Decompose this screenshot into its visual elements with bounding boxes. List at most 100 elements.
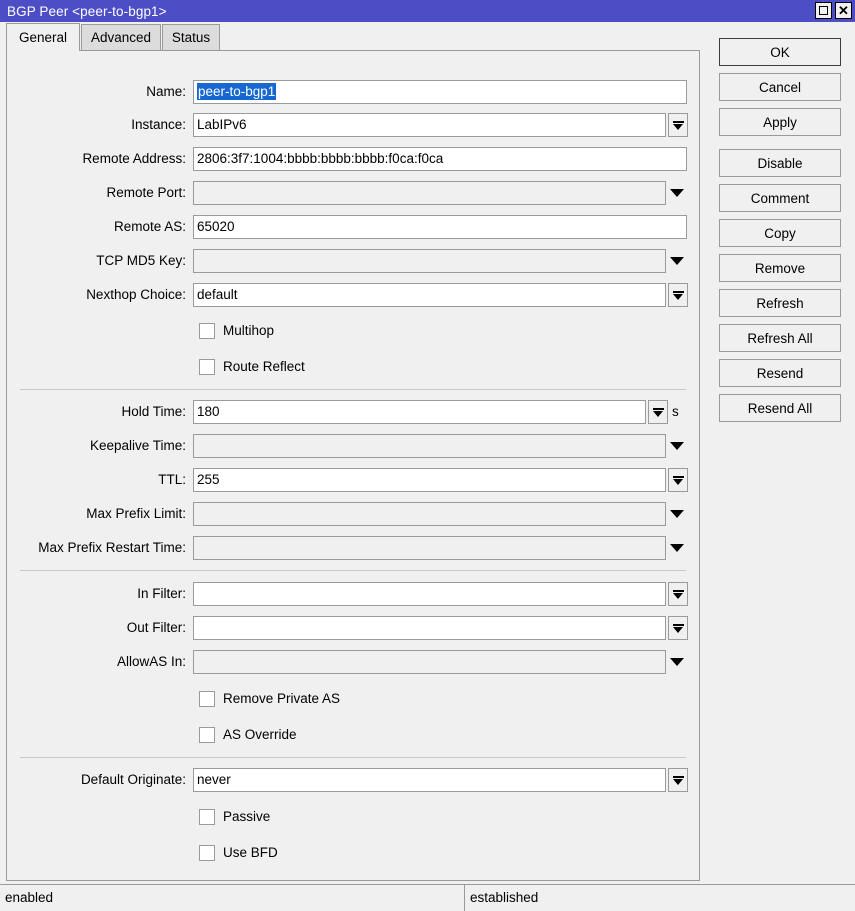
input-allowas-in — [193, 650, 666, 674]
field-row-out-filter: Out Filter: — [7, 616, 699, 640]
close-icon: ✕ — [838, 4, 849, 17]
ok-button[interactable]: OK — [719, 38, 841, 66]
refresh-button[interactable]: Refresh — [719, 289, 841, 317]
label-name: Name: — [7, 80, 186, 104]
chevron-down-icon-keepalive-time[interactable] — [670, 442, 684, 450]
dropdown-button-out-filter[interactable] — [668, 616, 688, 640]
checkbox-label-route-reflect: Route Reflect — [223, 357, 305, 377]
button-label: Refresh All — [747, 331, 812, 346]
copy-button[interactable]: Copy — [719, 219, 841, 247]
checkbox-row-as-override: AS Override — [7, 725, 699, 747]
button-label: Cancel — [759, 80, 801, 95]
checkbox-route-reflect[interactable] — [199, 359, 215, 375]
field-row-name: Name: peer-to-bgp1 — [7, 80, 699, 104]
checkbox-label-as-override: AS Override — [223, 725, 297, 745]
checkbox-row-passive: Passive — [7, 807, 699, 829]
apply-button[interactable]: Apply — [719, 108, 841, 136]
field-row-ttl: TTL:255 — [7, 468, 699, 492]
label-out-filter: Out Filter: — [7, 616, 186, 640]
cancel-button[interactable]: Cancel — [719, 73, 841, 101]
tab-status[interactable]: Status — [162, 24, 220, 50]
tab-advanced[interactable]: Advanced — [81, 24, 161, 50]
comment-button[interactable]: Comment — [719, 184, 841, 212]
dropdown-button-in-filter[interactable] — [668, 582, 688, 606]
input-in-filter[interactable] — [193, 582, 666, 606]
section-separator — [20, 389, 686, 390]
chevron-down-icon-allowas-in[interactable] — [670, 658, 684, 666]
status-enabled: enabled — [0, 884, 464, 911]
input-max-prefix-limit — [193, 502, 666, 526]
dropdown-button-instance[interactable] — [668, 113, 688, 137]
chevron-down-icon — [673, 294, 683, 300]
input-name[interactable]: peer-to-bgp1 — [193, 80, 687, 104]
chevron-down-icon-tcp-md5-key[interactable] — [670, 257, 684, 265]
label-in-filter: In Filter: — [7, 582, 186, 606]
checkbox-remove-private-as[interactable] — [199, 691, 215, 707]
button-label: OK — [770, 45, 790, 60]
dropdown-button-ttl[interactable] — [668, 468, 688, 492]
input-max-prefix-restart-time — [193, 536, 666, 560]
button-label: Remove — [755, 261, 805, 276]
checkbox-multihop[interactable] — [199, 323, 215, 339]
button-label: Copy — [764, 226, 796, 241]
checkbox-as-override[interactable] — [199, 727, 215, 743]
input-instance[interactable]: LabIPv6 — [193, 113, 666, 137]
input-remote-address[interactable]: 2806:3f7:1004:bbbb:bbbb:bbbb:f0ca:f0ca — [193, 147, 687, 171]
dropdown-bar-icon — [673, 776, 684, 778]
maximize-button[interactable] — [815, 2, 832, 19]
maximize-icon — [819, 6, 828, 15]
input-out-filter[interactable] — [193, 616, 666, 640]
label-hold-time: Hold Time: — [7, 400, 186, 424]
field-row-nexthop-choice: Nexthop Choice: default — [7, 283, 699, 307]
label-remote-port: Remote Port: — [7, 181, 186, 205]
field-row-default-originate: Default Originate:never — [7, 768, 699, 792]
remove-button[interactable]: Remove — [719, 254, 841, 282]
chevron-down-icon-max-prefix-restart-time[interactable] — [670, 544, 684, 552]
bgp-peer-dialog: BGP Peer <peer-to-bgp1> ✕ GeneralAdvance… — [0, 0, 855, 911]
label-instance: Instance: — [7, 113, 186, 137]
input-default-originate[interactable]: never — [193, 768, 666, 792]
field-row-remote-port: Remote Port: — [7, 181, 699, 205]
input-keepalive-time — [193, 434, 666, 458]
checkbox-use-bfd[interactable] — [199, 845, 215, 861]
window-controls: ✕ — [815, 2, 852, 19]
dropdown-button-hold-time[interactable] — [648, 400, 668, 424]
disable-button[interactable]: Disable — [719, 149, 841, 177]
dropdown-button-default-originate[interactable] — [668, 768, 688, 792]
input-nexthop-choice[interactable]: default — [193, 283, 666, 307]
section-separator — [20, 757, 686, 758]
label-nexthop-choice: Nexthop Choice: — [7, 283, 186, 307]
input-remote-as[interactable]: 65020 — [193, 215, 687, 239]
close-button[interactable]: ✕ — [835, 2, 852, 19]
field-row-remote-address: Remote Address:2806:3f7:1004:bbbb:bbbb:b… — [7, 147, 699, 171]
field-row-keepalive-time: Keepalive Time: — [7, 434, 699, 458]
field-row-allowas-in: AllowAS In: — [7, 650, 699, 674]
checkbox-label-use-bfd: Use BFD — [223, 843, 278, 863]
section-separator — [20, 570, 686, 571]
chevron-down-icon — [673, 479, 683, 485]
field-row-max-prefix-restart-time: Max Prefix Restart Time: — [7, 536, 699, 560]
field-row-hold-time: Hold Time: 180 s — [7, 400, 699, 424]
checkbox-passive[interactable] — [199, 809, 215, 825]
dropdown-button-nexthop-choice[interactable] — [668, 283, 688, 307]
tab-label: General — [19, 30, 67, 45]
selected-text: peer-to-bgp1 — [197, 83, 276, 100]
input-hold-time[interactable]: 180 — [193, 400, 646, 424]
label-max-prefix-limit: Max Prefix Limit: — [7, 502, 186, 526]
resend-button[interactable]: Resend — [719, 359, 841, 387]
chevron-down-icon — [673, 627, 683, 633]
refresh-all-button[interactable]: Refresh All — [719, 324, 841, 352]
button-label: Resend — [757, 366, 804, 381]
label-allowas-in: AllowAS In: — [7, 650, 186, 674]
dropdown-bar-icon — [673, 590, 684, 592]
unit-suffix-hold-time: s — [672, 400, 679, 424]
resend-all-button[interactable]: Resend All — [719, 394, 841, 422]
input-ttl[interactable]: 255 — [193, 468, 666, 492]
chevron-down-icon-remote-port[interactable] — [670, 189, 684, 197]
tab-general[interactable]: General — [6, 23, 80, 51]
dropdown-bar-icon — [673, 121, 684, 123]
chevron-down-icon-max-prefix-limit[interactable] — [670, 510, 684, 518]
chevron-down-icon — [673, 593, 683, 599]
checkbox-row-use-bfd: Use BFD — [7, 843, 699, 865]
chevron-down-icon — [673, 124, 683, 130]
